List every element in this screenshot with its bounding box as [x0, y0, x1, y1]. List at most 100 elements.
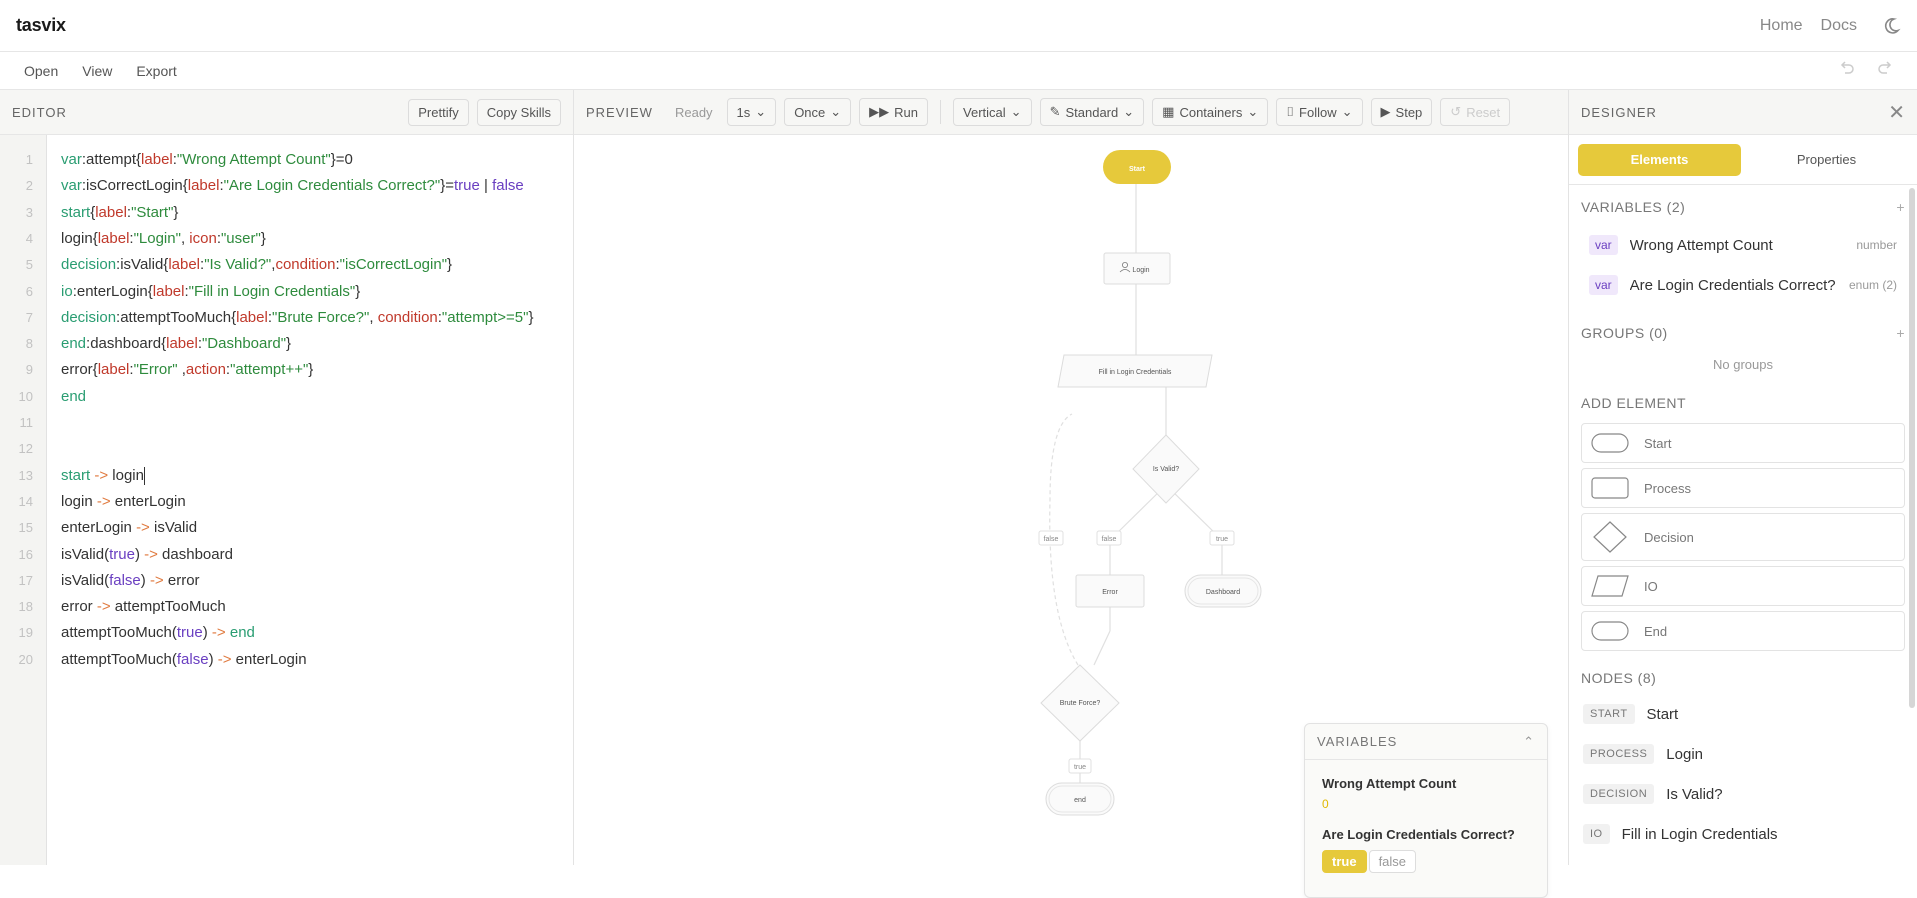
node-enter-label: Fill in Login Credentials: [1099, 369, 1172, 376]
layout-select[interactable]: Vertical ⌄: [953, 98, 1032, 126]
play-icon: ▶▶: [869, 104, 890, 119]
reset-button[interactable]: ↺ Reset: [1440, 98, 1511, 126]
follow-value: Follow: [1299, 104, 1337, 120]
no-groups-text: No groups: [1713, 357, 1773, 372]
svg-text:true: true: [1074, 764, 1086, 771]
node-list-item[interactable]: START Start: [1569, 694, 1917, 734]
style-value: Standard: [1065, 104, 1119, 120]
menu-export[interactable]: Export: [136, 63, 176, 79]
tab-properties[interactable]: Properties: [1745, 144, 1908, 176]
menu-open[interactable]: Open: [24, 63, 58, 79]
node-brute-label: Brute Force?: [1060, 700, 1101, 707]
node-list-item[interactable]: PROCESS Login: [1569, 734, 1917, 774]
overlay-option-true[interactable]: true: [1322, 850, 1367, 873]
nav-docs-link[interactable]: Docs: [1821, 17, 1857, 35]
editor-panel: EDITOR Prettify Copy Skills 1 var:attempt…: [0, 90, 574, 865]
app-brand[interactable]: tasvix: [16, 15, 66, 36]
editor-title: EDITOR: [12, 104, 67, 120]
line-number: 5: [25, 257, 33, 273]
line-number: 4: [25, 230, 33, 246]
variable-name: Wrong Attempt Count: [1629, 236, 1773, 254]
mode-value: Once: [794, 104, 826, 120]
step-button[interactable]: ▶ Step: [1370, 98, 1433, 126]
variables-header: VARIABLES (2): [1581, 199, 1686, 215]
node-dashboard: Dashboard: [1184, 574, 1262, 608]
variable-item[interactable]: var Are Login Credentials Correct? enum …: [1569, 265, 1917, 305]
node-list-item[interactable]: DECISION Is Valid?: [1569, 774, 1917, 814]
nav-home-link[interactable]: Home: [1760, 17, 1803, 35]
add-element-label: Start: [1644, 435, 1672, 451]
copy-skills-button[interactable]: Copy Skills: [476, 98, 561, 126]
mode-select[interactable]: Once ⌄: [784, 98, 852, 126]
run-label: Run: [894, 104, 919, 120]
editor-header: EDITOR Prettify Copy Skills: [0, 90, 573, 135]
preview-toolbar: PREVIEW Ready 1s ⌄ Once ⌄ ▶▶ Run Vertical ⌄ …: [574, 90, 1568, 135]
containers-value: Containers: [1179, 104, 1243, 120]
containers-select[interactable]: ▦ Containers ⌄: [1152, 98, 1269, 126]
undo-icon[interactable]: [1839, 60, 1855, 81]
chevron-up-icon[interactable]: ⌃: [1523, 734, 1535, 750]
line-number: 18: [18, 599, 33, 615]
end-shape-icon: [1591, 621, 1629, 641]
node-start-label: Start: [1129, 166, 1146, 173]
overlay-var-value: 0: [1322, 797, 1329, 811]
style-select[interactable]: ✎ Standard ⌄: [1039, 98, 1145, 126]
variable-item[interactable]: var Wrong Attempt Count number: [1569, 225, 1917, 265]
prettify-button[interactable]: Prettify: [408, 98, 469, 126]
edge-label-false-2: false: [1096, 530, 1122, 546]
chevron-down-icon: ⌄: [1247, 104, 1259, 119]
node-end-label: end: [1074, 797, 1086, 804]
node-label: Fill in Login Credentials: [1621, 825, 1778, 843]
add-decision-element[interactable]: Decision: [1581, 513, 1905, 561]
add-end-element[interactable]: End: [1581, 611, 1905, 651]
grid-icon: ▦: [1162, 104, 1175, 119]
line-number: 17: [18, 572, 33, 588]
variable-type: enum (2): [1848, 278, 1897, 292]
node-list-item[interactable]: IO Fill in Login Credentials: [1569, 814, 1917, 854]
speed-select[interactable]: 1s ⌄: [726, 98, 777, 126]
redo-icon[interactable]: [1877, 60, 1893, 81]
code-editor[interactable]: 1 var:attempt{label:"Wrong Attempt Count"…: [0, 135, 573, 865]
chevron-down-icon: ⌄: [830, 104, 842, 119]
tab-elements[interactable]: Elements: [1578, 143, 1741, 176]
flowchart-canvas[interactable]: Start Login Fill in Login Credentials Is…: [574, 135, 1568, 898]
top-bar: tasvix Home Docs: [0, 0, 1917, 52]
designer-scrollbar[interactable]: [1909, 188, 1915, 708]
add-io-element[interactable]: IO: [1581, 566, 1905, 606]
variable-type: number: [1856, 238, 1897, 252]
chevron-down-icon: ⌄: [1341, 104, 1353, 119]
code-text: decision:attemptTooMuch{label:"Brute For…: [61, 308, 534, 326]
layout-value: Vertical: [963, 104, 1006, 120]
add-process-element[interactable]: Process: [1581, 468, 1905, 508]
run-button[interactable]: ▶▶ Run: [859, 98, 929, 126]
overlay-var-name: Wrong Attempt Count: [1322, 776, 1457, 791]
code-text: login{label:"Login", icon:"user"}: [61, 229, 266, 247]
overlay-option-false[interactable]: false: [1368, 850, 1417, 873]
variable-name: Are Login Credentials Correct?: [1629, 276, 1836, 294]
close-icon[interactable]: ✕: [1888, 100, 1905, 125]
menu-view[interactable]: View: [82, 63, 112, 79]
node-start: Start: [1103, 150, 1171, 184]
line-number: 2: [25, 178, 33, 194]
node-isvalid: Is Valid?: [1132, 434, 1200, 504]
line-number: 19: [18, 625, 33, 641]
code-text: isValid(true) -> dashboard: [61, 545, 233, 563]
code-text: io:enterLogin{label:"Fill in Login Crede…: [61, 282, 361, 300]
line-number: 7: [25, 309, 33, 325]
edge-label-false-1: false: [1038, 530, 1064, 546]
follow-select[interactable]: ⌷ Follow ⌄: [1276, 98, 1363, 126]
add-element-section-header: ADD ELEMENT: [1569, 391, 1917, 415]
add-start-element[interactable]: Start: [1581, 423, 1905, 463]
line-number: 10: [18, 388, 33, 404]
line-number: 11: [19, 415, 34, 430]
dark-mode-moon-icon[interactable]: [1881, 16, 1901, 36]
node-label: Start: [1646, 705, 1679, 723]
add-variable-plus-icon[interactable]: +: [1896, 199, 1905, 215]
nodes-header: NODES (8): [1581, 670, 1657, 686]
add-group-plus-icon[interactable]: +: [1896, 325, 1905, 341]
code-text: decision:isValid{label:"Is Valid?",condi…: [61, 256, 453, 274]
add-element-label: Process: [1644, 480, 1691, 496]
line-number: 8: [25, 336, 33, 352]
top-nav: Home Docs: [1760, 16, 1901, 36]
step-label: Step: [1395, 104, 1423, 120]
